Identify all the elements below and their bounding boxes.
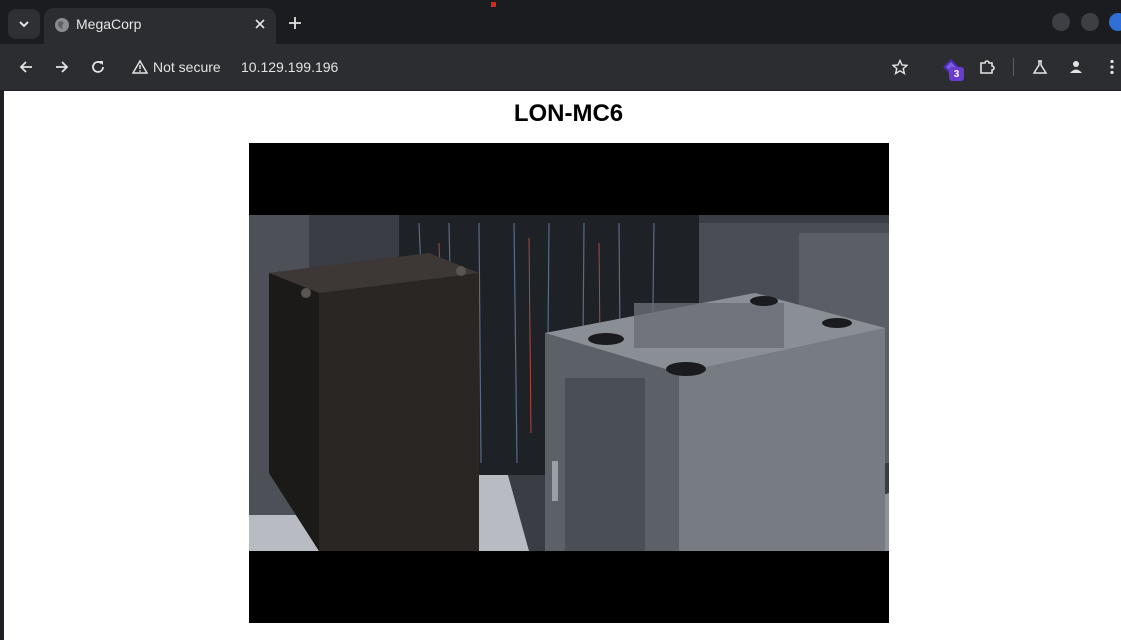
tab-search-button[interactable] <box>8 9 40 39</box>
url-text[interactable]: 10.129.199.196 <box>241 59 338 75</box>
page-title: LON-MC6 <box>513 100 624 127</box>
page-viewport: LON-MC6 <box>4 91 1121 640</box>
puzzle-icon <box>980 60 995 74</box>
security-chip[interactable]: Not secure <box>132 55 221 79</box>
close-icon <box>255 19 265 29</box>
kebab-menu-icon <box>1110 59 1114 75</box>
profile-icon <box>1070 61 1082 73</box>
recording-indicator <box>491 2 496 7</box>
plus-icon <box>289 17 301 29</box>
warning-triangle-icon <box>132 59 148 74</box>
profile-button[interactable] <box>1064 55 1088 79</box>
address-bar[interactable]: Not secure 10.129.199.196 <box>124 51 924 83</box>
tab-strip: MegaCorp <box>0 0 1121 44</box>
minimize-button[interactable] <box>1052 13 1070 31</box>
arrow-right-icon <box>56 61 69 73</box>
maximize-button[interactable] <box>1081 13 1099 31</box>
tab-close-button[interactable] <box>252 16 268 32</box>
camera-video[interactable] <box>249 143 889 623</box>
globe-icon <box>55 18 69 32</box>
security-label: Not secure <box>153 59 221 75</box>
tab-megacorp[interactable]: MegaCorp <box>44 8 276 44</box>
forward-button[interactable] <box>50 55 74 79</box>
back-button[interactable] <box>14 55 38 79</box>
chevron-down-icon <box>19 21 29 28</box>
camera-feed-image <box>249 143 889 623</box>
tab-title: MegaCorp <box>76 16 142 32</box>
reload-button[interactable] <box>86 55 110 79</box>
menu-button[interactable] <box>1100 55 1121 79</box>
labs-button[interactable] <box>1028 55 1052 79</box>
close-window-button[interactable] <box>1109 13 1121 31</box>
extension-badge: 3 <box>949 67 964 81</box>
extensions-menu-button[interactable] <box>975 55 999 79</box>
new-tab-button[interactable] <box>284 12 306 34</box>
flask-icon <box>1032 60 1048 74</box>
reload-icon <box>92 61 104 73</box>
arrow-left-icon <box>19 61 32 73</box>
star-icon <box>892 59 908 75</box>
toolbar-divider <box>1013 58 1014 76</box>
bookmark-button[interactable] <box>890 57 910 77</box>
